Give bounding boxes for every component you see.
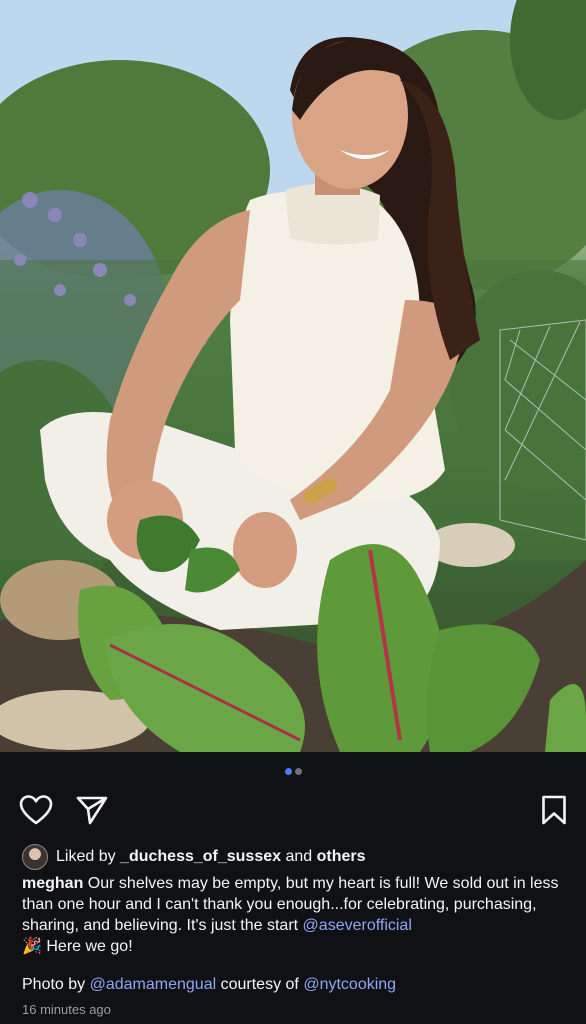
photographer-link[interactable]: @adamamengual: [90, 976, 217, 993]
liker-avatar[interactable]: [22, 844, 48, 870]
caption-tail: Here we go!: [46, 938, 133, 955]
credit-prefix: Photo by: [22, 976, 86, 993]
heart-icon: [19, 795, 53, 825]
caption-username[interactable]: meghan: [22, 875, 83, 892]
post-caption: meghan Our shelves may be empty, but my …: [22, 873, 568, 957]
carousel-dot-active[interactable]: [284, 768, 292, 775]
garden-portrait-illustration: [0, 0, 586, 752]
photo-credit: Photo by @adamamengual courtesy of @nytc…: [22, 974, 568, 995]
liked-by: Liked by _duchess_of_sussex and others: [22, 844, 568, 870]
share-button[interactable]: [74, 792, 110, 828]
bookmark-icon: [542, 795, 566, 825]
carousel-indicator: [0, 768, 586, 778]
caption-mention-link[interactable]: @aseverofficial: [303, 917, 412, 934]
liked-by-others-link[interactable]: others: [317, 848, 366, 866]
post-timestamp: 16 minutes ago: [22, 1002, 111, 1017]
credit-middle: courtesy of: [220, 976, 299, 993]
caption-text: Our shelves may be empty, but my heart i…: [22, 875, 559, 934]
source-link[interactable]: @nytcooking: [303, 976, 396, 993]
send-icon: [76, 796, 108, 825]
carousel-dot-inactive[interactable]: [294, 768, 302, 775]
liked-by-user-link[interactable]: _duchess_of_sussex: [120, 848, 281, 866]
liked-by-and: and: [285, 848, 313, 865]
post-actions: [18, 792, 568, 828]
liked-by-prefix: Liked by: [56, 848, 116, 865]
like-button[interactable]: [18, 792, 54, 828]
post-image[interactable]: [0, 0, 586, 752]
party-popper-emoji: 🎉: [22, 938, 42, 955]
save-button[interactable]: [536, 792, 572, 828]
